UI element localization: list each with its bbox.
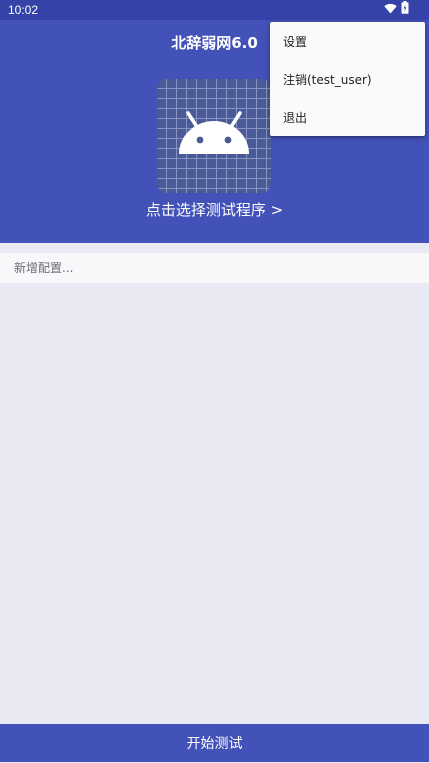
status-time: 10:02 xyxy=(8,3,39,17)
start-test-button[interactable]: 开始测试 xyxy=(0,724,429,762)
config-row xyxy=(0,253,429,283)
select-program-link[interactable]: 点击选择测试程序 > xyxy=(0,199,429,220)
menu-item-logout[interactable]: 注销(test_user) xyxy=(270,61,425,99)
status-bar: 10:02 xyxy=(0,0,429,20)
menu-item-settings[interactable]: 设置 xyxy=(270,23,425,61)
overflow-menu: 设置 注销(test_user) 退出 xyxy=(270,22,425,136)
status-icons xyxy=(384,0,409,20)
wifi-icon xyxy=(384,0,397,20)
menu-item-exit[interactable]: 退出 xyxy=(270,99,425,137)
add-config-input[interactable] xyxy=(0,253,429,283)
android-icon xyxy=(157,79,271,193)
battery-icon xyxy=(401,0,409,20)
program-icon[interactable] xyxy=(157,79,271,193)
